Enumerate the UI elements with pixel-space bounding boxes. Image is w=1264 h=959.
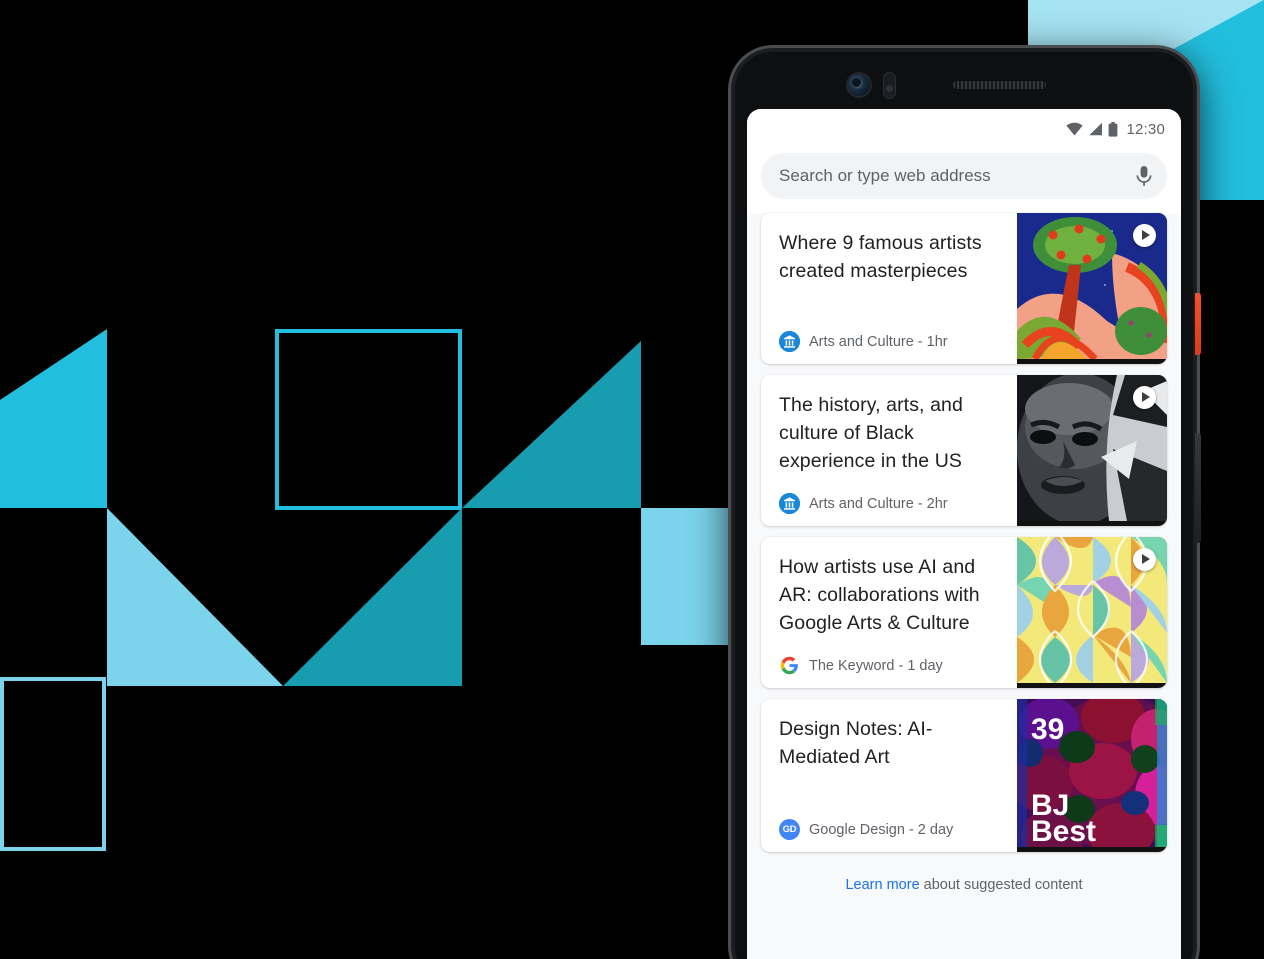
wifi-icon — [1066, 122, 1084, 136]
cell-signal-icon — [1089, 122, 1103, 136]
gd-badge-icon: GD — [779, 819, 800, 840]
card-source-text: Arts and Culture - 2hr — [809, 495, 948, 512]
card-thumbnail[interactable]: 39 BJ Best — [1009, 699, 1167, 852]
card-title: How artists use AI and AR: collaboration… — [779, 556, 980, 634]
card-title: The history, arts, and culture of Black … — [779, 394, 963, 472]
play-button-icon[interactable] — [1133, 548, 1156, 571]
card-meta: The Keyword - 1 day — [779, 655, 1007, 676]
museum-icon — [779, 493, 800, 514]
omnibox-container: Search or type web address — [747, 149, 1181, 209]
microphone-icon[interactable] — [1135, 164, 1153, 188]
power-button[interactable] — [1195, 293, 1201, 355]
google-g-icon — [779, 655, 800, 676]
play-button-icon[interactable] — [1133, 386, 1156, 409]
card-body: Where 9 famous artists created masterpie… — [761, 213, 1017, 364]
card-meta: Arts and Culture - 2hr — [779, 493, 1007, 514]
card-source-text: Arts and Culture - 1hr — [809, 333, 948, 350]
battery-icon — [1109, 121, 1118, 137]
card-thumbnail[interactable] — [1017, 213, 1167, 364]
thumbnail-design-notes-poster: 39 BJ Best — [1009, 699, 1167, 852]
card-thumbnail[interactable] — [1017, 537, 1167, 688]
card-source-text: Google Design - 2 day — [809, 821, 954, 838]
proximity-sensor-icon — [884, 73, 895, 98]
museum-icon — [779, 331, 800, 352]
svg-text:39: 39 — [1031, 713, 1064, 746]
status-bar-time: 12:30 — [1126, 120, 1165, 138]
feed-card[interactable]: Where 9 famous artists created masterpie… — [761, 213, 1167, 364]
card-title: Where 9 famous artists created masterpie… — [779, 232, 982, 282]
feed-card[interactable]: The history, arts, and culture of Black … — [761, 375, 1167, 526]
phone-body: 12:30 Search or type web address Where 9… — [735, 52, 1193, 959]
suggested-content-footer: Learn more about suggested content — [747, 863, 1181, 893]
feed-card[interactable]: How artists use AI and AR: collaboration… — [761, 537, 1167, 688]
play-button-icon[interactable] — [1133, 224, 1156, 247]
suggested-content-feed: Where 9 famous artists created masterpie… — [747, 213, 1181, 959]
phone-top-bezel — [735, 52, 1193, 109]
card-source-text: The Keyword - 1 day — [809, 657, 943, 674]
feed-card[interactable]: Design Notes: AI-Mediated Art GD Google … — [761, 699, 1167, 852]
screenshot-stage: 12:30 Search or type web address Where 9… — [0, 0, 1264, 959]
phone-screen: 12:30 Search or type web address Where 9… — [747, 109, 1181, 959]
search-placeholder-text: Search or type web address — [779, 166, 991, 185]
card-body: Design Notes: AI-Mediated Art GD Google … — [761, 699, 1017, 852]
status-bar: 12:30 — [747, 109, 1181, 149]
card-body: The history, arts, and culture of Black … — [761, 375, 1017, 526]
volume-rocker-button[interactable] — [1195, 433, 1201, 543]
footer-rest-text: about suggested content — [919, 877, 1083, 893]
phone-device: 12:30 Search or type web address Where 9… — [731, 48, 1201, 959]
search-input[interactable]: Search or type web address — [761, 153, 1167, 199]
card-body: How artists use AI and AR: collaboration… — [761, 537, 1017, 688]
card-thumbnail[interactable] — [1017, 375, 1167, 526]
svg-text:Best: Best — [1031, 815, 1096, 847]
card-title: Design Notes: AI-Mediated Art — [779, 718, 933, 768]
front-camera-icon — [848, 74, 870, 96]
card-meta: GD Google Design - 2 day — [779, 819, 1007, 840]
earpiece-speaker-icon — [953, 81, 1046, 89]
card-meta: Arts and Culture - 1hr — [779, 331, 1007, 352]
learn-more-link[interactable]: Learn more — [845, 877, 919, 893]
